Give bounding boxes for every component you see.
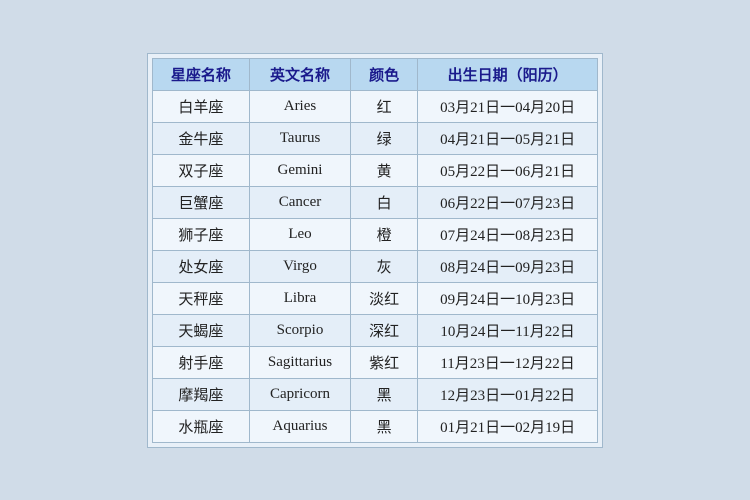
zodiac-table-wrapper: 星座名称 英文名称 颜色 出生日期（阳历） 白羊座Aries红03月21日一04… <box>147 53 603 448</box>
header-color: 颜色 <box>351 58 418 90</box>
header-date: 出生日期（阳历） <box>418 58 598 90</box>
cell-date: 09月24日一10月23日 <box>418 282 598 314</box>
cell-date: 12月23日一01月22日 <box>418 378 598 410</box>
cell-chinese: 金牛座 <box>152 122 249 154</box>
cell-english: Capricorn <box>249 378 350 410</box>
cell-color: 深红 <box>351 314 418 346</box>
cell-chinese: 狮子座 <box>152 218 249 250</box>
cell-date: 08月24日一09月23日 <box>418 250 598 282</box>
cell-english: Gemini <box>249 154 350 186</box>
table-row: 白羊座Aries红03月21日一04月20日 <box>152 90 597 122</box>
cell-chinese: 射手座 <box>152 346 249 378</box>
cell-english: Aries <box>249 90 350 122</box>
cell-english: Aquarius <box>249 410 350 442</box>
cell-english: Scorpio <box>249 314 350 346</box>
cell-english: Sagittarius <box>249 346 350 378</box>
cell-color: 黑 <box>351 378 418 410</box>
cell-color: 淡红 <box>351 282 418 314</box>
table-row: 巨蟹座Cancer白06月22日一07月23日 <box>152 186 597 218</box>
table-row: 金牛座Taurus绿04月21日一05月21日 <box>152 122 597 154</box>
cell-color: 红 <box>351 90 418 122</box>
table-row: 天秤座Libra淡红09月24日一10月23日 <box>152 282 597 314</box>
cell-date: 04月21日一05月21日 <box>418 122 598 154</box>
cell-date: 07月24日一08月23日 <box>418 218 598 250</box>
cell-date: 03月21日一04月20日 <box>418 90 598 122</box>
cell-date: 01月21日一02月19日 <box>418 410 598 442</box>
table-row: 摩羯座Capricorn黑12月23日一01月22日 <box>152 378 597 410</box>
table-body: 白羊座Aries红03月21日一04月20日金牛座Taurus绿04月21日一0… <box>152 90 597 442</box>
cell-chinese: 巨蟹座 <box>152 186 249 218</box>
cell-date: 06月22日一07月23日 <box>418 186 598 218</box>
table-row: 天蝎座Scorpio深红10月24日一11月22日 <box>152 314 597 346</box>
zodiac-table: 星座名称 英文名称 颜色 出生日期（阳历） 白羊座Aries红03月21日一04… <box>152 58 598 443</box>
cell-english: Taurus <box>249 122 350 154</box>
cell-color: 黄 <box>351 154 418 186</box>
cell-english: Virgo <box>249 250 350 282</box>
table-row: 射手座Sagittarius紫红11月23日一12月22日 <box>152 346 597 378</box>
table-header-row: 星座名称 英文名称 颜色 出生日期（阳历） <box>152 58 597 90</box>
cell-chinese: 摩羯座 <box>152 378 249 410</box>
cell-english: Libra <box>249 282 350 314</box>
cell-english: Cancer <box>249 186 350 218</box>
cell-chinese: 双子座 <box>152 154 249 186</box>
cell-color: 白 <box>351 186 418 218</box>
cell-chinese: 白羊座 <box>152 90 249 122</box>
cell-chinese: 水瓶座 <box>152 410 249 442</box>
table-row: 双子座Gemini黄05月22日一06月21日 <box>152 154 597 186</box>
cell-date: 10月24日一11月22日 <box>418 314 598 346</box>
cell-color: 绿 <box>351 122 418 154</box>
cell-color: 灰 <box>351 250 418 282</box>
cell-color: 橙 <box>351 218 418 250</box>
table-row: 水瓶座Aquarius黑01月21日一02月19日 <box>152 410 597 442</box>
cell-date: 11月23日一12月22日 <box>418 346 598 378</box>
cell-color: 黑 <box>351 410 418 442</box>
header-chinese: 星座名称 <box>152 58 249 90</box>
table-row: 狮子座Leo橙07月24日一08月23日 <box>152 218 597 250</box>
table-row: 处女座Virgo灰08月24日一09月23日 <box>152 250 597 282</box>
cell-chinese: 天秤座 <box>152 282 249 314</box>
cell-color: 紫红 <box>351 346 418 378</box>
cell-chinese: 处女座 <box>152 250 249 282</box>
cell-english: Leo <box>249 218 350 250</box>
header-english: 英文名称 <box>249 58 350 90</box>
cell-date: 05月22日一06月21日 <box>418 154 598 186</box>
cell-chinese: 天蝎座 <box>152 314 249 346</box>
